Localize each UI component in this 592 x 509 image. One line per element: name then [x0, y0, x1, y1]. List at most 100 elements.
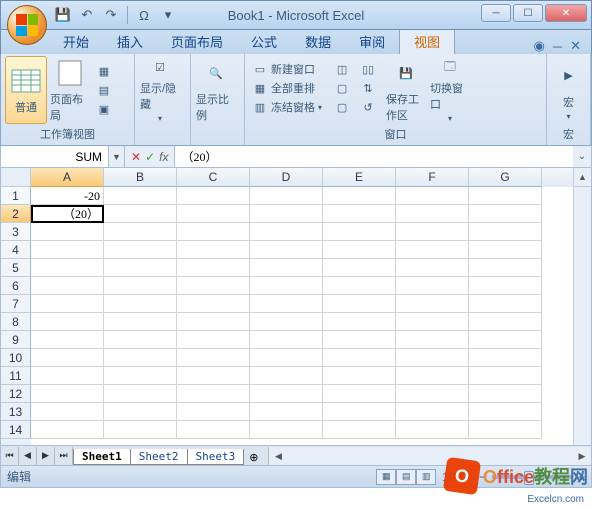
view-pagebreak-button[interactable]: ▥: [416, 469, 436, 485]
scroll-right-button[interactable]: ▶: [573, 447, 591, 465]
row-header-2[interactable]: 2: [1, 205, 31, 223]
cell[interactable]: [31, 349, 104, 367]
cell[interactable]: [469, 277, 542, 295]
insert-sheet-button[interactable]: ⊕: [243, 450, 264, 465]
cell[interactable]: [396, 205, 469, 223]
cell[interactable]: [177, 331, 250, 349]
col-header-b[interactable]: B: [104, 168, 177, 187]
tab-pagelayout[interactable]: 页面布局: [157, 29, 237, 54]
scroll-up-button[interactable]: ▲: [573, 168, 591, 187]
new-window-button[interactable]: ▭新建窗口: [249, 60, 325, 78]
row-header-3[interactable]: 3: [1, 223, 31, 241]
cell[interactable]: [177, 259, 250, 277]
cell[interactable]: [104, 349, 177, 367]
cell[interactable]: [104, 187, 177, 205]
cell[interactable]: [177, 295, 250, 313]
cell[interactable]: [323, 295, 396, 313]
tab-view[interactable]: 视图: [399, 28, 455, 54]
enter-icon[interactable]: ✓: [145, 150, 155, 164]
cell[interactable]: [31, 403, 104, 421]
freeze-panes-button[interactable]: ▥冻结窗格 ▾: [249, 98, 325, 116]
help-icon[interactable]: ◉: [534, 38, 545, 54]
doc-close-icon[interactable]: ✕: [570, 38, 581, 54]
cancel-icon[interactable]: ✕: [131, 150, 141, 164]
unhide-button[interactable]: ▢: [331, 98, 353, 116]
cell[interactable]: [250, 295, 323, 313]
formula-input[interactable]: （20）: [175, 146, 573, 167]
row-header-4[interactable]: 4: [1, 241, 31, 259]
cell[interactable]: [469, 187, 542, 205]
cell[interactable]: [396, 295, 469, 313]
cell[interactable]: [177, 205, 250, 223]
tab-home[interactable]: 开始: [49, 29, 103, 54]
sheet-nav-next[interactable]: ▶: [37, 447, 55, 465]
cell[interactable]: [31, 259, 104, 277]
cell[interactable]: [250, 241, 323, 259]
horizontal-scrollbar[interactable]: ◀ ▶: [268, 447, 591, 465]
views-custom-button[interactable]: ▤: [93, 81, 115, 99]
cell[interactable]: [250, 313, 323, 331]
pagelayout-view-button[interactable]: 页面布局: [49, 56, 91, 124]
cell[interactable]: [469, 349, 542, 367]
close-button[interactable]: ✕: [545, 4, 587, 22]
redo-icon[interactable]: ↷: [103, 7, 119, 23]
cell[interactable]: [396, 277, 469, 295]
zoom-slider[interactable]: [492, 475, 572, 479]
row-header-5[interactable]: 5: [1, 259, 31, 277]
cell[interactable]: [469, 241, 542, 259]
row-header-1[interactable]: 1: [1, 187, 31, 205]
row-header-14[interactable]: 14: [1, 421, 31, 439]
tab-insert[interactable]: 插入: [103, 29, 157, 54]
cell[interactable]: [104, 259, 177, 277]
cells-area[interactable]: -20 （20）: [31, 187, 573, 445]
cell[interactable]: [396, 403, 469, 421]
col-header-e[interactable]: E: [323, 168, 396, 187]
tab-formulas[interactable]: 公式: [237, 29, 291, 54]
cell[interactable]: [104, 421, 177, 439]
cell[interactable]: [469, 205, 542, 223]
cell[interactable]: [323, 421, 396, 439]
cell[interactable]: [469, 259, 542, 277]
cell[interactable]: [323, 187, 396, 205]
cell[interactable]: [31, 223, 104, 241]
cell[interactable]: [104, 277, 177, 295]
cell[interactable]: [469, 421, 542, 439]
sheet-tab-2[interactable]: Sheet2: [130, 449, 188, 465]
cell[interactable]: [31, 313, 104, 331]
cell[interactable]: [323, 331, 396, 349]
cell[interactable]: [469, 295, 542, 313]
cell[interactable]: [323, 385, 396, 403]
row-header-12[interactable]: 12: [1, 385, 31, 403]
cell[interactable]: [396, 187, 469, 205]
row-header-6[interactable]: 6: [1, 277, 31, 295]
scroll-left-button[interactable]: ◀: [269, 447, 287, 465]
cell[interactable]: [469, 223, 542, 241]
cell[interactable]: [104, 331, 177, 349]
cell[interactable]: [177, 277, 250, 295]
view-side-button[interactable]: ▯▯: [357, 60, 379, 78]
cell[interactable]: [396, 367, 469, 385]
sheet-nav-last[interactable]: ⏭: [55, 447, 73, 465]
cell[interactable]: [323, 241, 396, 259]
sheet-tab-1[interactable]: Sheet1: [73, 449, 131, 465]
vertical-scrollbar[interactable]: [573, 187, 591, 445]
cell-a1[interactable]: -20: [31, 187, 104, 205]
cell[interactable]: [396, 385, 469, 403]
cell[interactable]: [104, 295, 177, 313]
formula-expand-icon[interactable]: ⌄: [573, 146, 591, 167]
switch-window-button[interactable]: 🗔 切换窗口 ▾: [429, 56, 471, 124]
cell[interactable]: [250, 331, 323, 349]
save-workspace-button[interactable]: 💾 保存工作区: [385, 56, 427, 124]
sheet-tab-3[interactable]: Sheet3: [187, 449, 245, 465]
views-fullscreen-button[interactable]: ▣: [93, 100, 115, 118]
cell[interactable]: [250, 349, 323, 367]
cell[interactable]: [396, 349, 469, 367]
row-header-9[interactable]: 9: [1, 331, 31, 349]
cell[interactable]: [31, 421, 104, 439]
cell[interactable]: [177, 349, 250, 367]
undo-icon[interactable]: ↶: [79, 7, 95, 23]
view-pagelayout-button[interactable]: ▤: [396, 469, 416, 485]
cell[interactable]: [323, 313, 396, 331]
cell[interactable]: [323, 223, 396, 241]
cell[interactable]: [250, 421, 323, 439]
